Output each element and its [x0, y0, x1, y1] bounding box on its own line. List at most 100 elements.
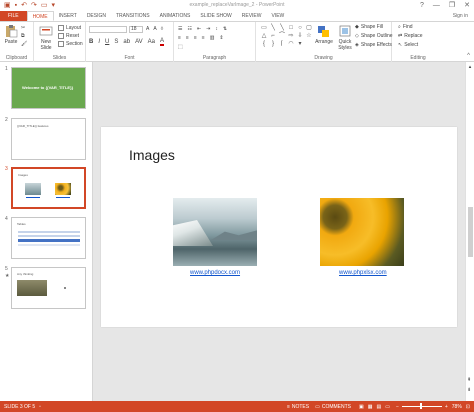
customize-qat-icon[interactable]: ▾ [51, 0, 55, 11]
smartart-button[interactable]: ⬚ [178, 44, 183, 50]
zoom-in-icon[interactable]: + [445, 404, 448, 410]
arrow-shape-icon[interactable]: ╲ [278, 25, 286, 32]
close-button[interactable]: ✕ [464, 0, 470, 11]
zoom-slider-handle[interactable] [419, 403, 422, 409]
format-painter-button[interactable]: 🖌 [21, 41, 27, 47]
tab-transitions[interactable]: TRANSITIONS [111, 11, 155, 21]
change-case-icon[interactable]: Aa [148, 39, 155, 45]
paste-button[interactable]: Paste [3, 24, 19, 45]
notes-button[interactable]: NOTES [292, 404, 309, 410]
font-name-box[interactable] [89, 26, 127, 33]
slide-editing-area[interactable]: Images www.phpdocx.com www.phpxlsx.com [93, 62, 465, 401]
quick-styles-button[interactable]: Quick Styles [336, 24, 354, 51]
shadow-icon[interactable]: S [114, 39, 118, 45]
slide-thumbnail-panel[interactable]: 1 Welcome to {{VAR_TITLE}} 2 {{VAR_TITLE… [0, 62, 93, 401]
slide-thumbnail-4[interactable]: Tables [11, 217, 86, 259]
tab-file[interactable]: FILE [0, 11, 27, 21]
landscape-image[interactable] [173, 198, 257, 266]
slide-sorter-icon[interactable]: ▦ [368, 404, 373, 410]
rounded-rect-shape-icon[interactable]: ▢ [305, 25, 313, 32]
tab-animations[interactable]: ANIMATIONS [155, 11, 196, 21]
spellcheck-icon[interactable]: ▫ [39, 404, 41, 410]
justify-icon[interactable]: ≡ [202, 35, 205, 41]
slide-thumbnail-1[interactable]: Welcome to {{VAR_TITLE}} [11, 67, 86, 109]
bold-icon[interactable]: B [89, 39, 93, 45]
previous-slide-icon[interactable]: ⇞ [467, 377, 471, 383]
current-slide[interactable]: Images www.phpdocx.com www.phpxlsx.com [101, 127, 457, 327]
tab-home[interactable]: HOME [26, 11, 54, 21]
tab-view[interactable]: VIEW [267, 11, 290, 21]
curly-brace-shape-icon[interactable]: { [260, 41, 268, 48]
sunflower-image[interactable] [320, 198, 404, 266]
zoom-slider[interactable] [401, 403, 442, 409]
cut-button[interactable]: ✂ [21, 25, 25, 31]
sign-in-link[interactable]: Sign in [453, 11, 474, 21]
curly-brace-right-shape-icon[interactable]: } [269, 41, 277, 48]
oval-shape-icon[interactable]: ○ [296, 25, 304, 32]
line-spacing-icon[interactable]: ↕ [215, 26, 218, 32]
increase-indent-icon[interactable]: ⇥ [206, 26, 210, 32]
numbering-icon[interactable]: ☷ [187, 26, 191, 32]
shapes-gallery[interactable]: ▭ ╲ ╲ □ ○ ▢ △ ⌐ ⌒ ⇨ ⇩ ☆ {} ⌈ ◠ ▾ [260, 25, 313, 48]
minimize-button[interactable]: — [433, 0, 440, 11]
down-arrow-shape-icon[interactable]: ⇩ [296, 33, 304, 40]
zoom-level[interactable]: 78% [452, 404, 462, 410]
scrollbar-thumb[interactable] [468, 207, 473, 257]
select-button[interactable]: ↖ Select [398, 42, 418, 48]
vertical-scrollbar[interactable]: ▴ ⇞ ⇟ [465, 62, 474, 401]
char-spacing-icon[interactable]: AV [135, 39, 143, 45]
tab-review[interactable]: REVIEW [237, 11, 267, 21]
start-slideshow-icon[interactable]: ▭ [41, 0, 48, 11]
clear-format-icon[interactable]: ◊ [161, 26, 163, 32]
find-button[interactable]: ⌕ Find [398, 24, 413, 30]
rect-shape-icon[interactable]: □ [287, 25, 295, 32]
line-shape-icon[interactable]: ╲ [269, 25, 277, 32]
triangle-shape-icon[interactable]: △ [260, 33, 268, 40]
shape-fill-button[interactable]: ◆ Shape Fill [355, 24, 383, 30]
section-button[interactable]: Section [58, 41, 83, 47]
font-color-icon[interactable]: A [159, 38, 164, 46]
align-center-icon[interactable]: ≡ [186, 35, 189, 41]
shrink-font-icon[interactable]: A [153, 26, 156, 32]
fit-slide-icon[interactable]: ⊡ [466, 404, 474, 410]
help-button[interactable]: ? [420, 0, 424, 11]
right-arrow-shape-icon[interactable]: ⇨ [287, 33, 295, 40]
italic-icon[interactable]: I [98, 39, 100, 45]
phpxlsx-link[interactable]: www.phpxlsx.com [339, 270, 387, 276]
reset-button[interactable]: Reset [58, 33, 79, 39]
align-right-icon[interactable]: ≡ [194, 35, 197, 41]
decrease-indent-icon[interactable]: ⇤ [197, 26, 201, 32]
tab-slide-show[interactable]: SLIDE SHOW [195, 11, 236, 21]
slide-title[interactable]: Images [129, 147, 175, 163]
block-arc-shape-icon[interactable]: ◠ [287, 41, 295, 48]
slide-thumbnail-3[interactable]: Images [11, 167, 86, 209]
strikethrough-icon[interactable]: ab [123, 39, 130, 45]
tab-insert[interactable]: INSERT [54, 11, 82, 21]
restore-button[interactable]: ❐ [449, 0, 455, 11]
normal-view-icon[interactable]: ▣ [359, 404, 364, 410]
tab-design[interactable]: DESIGN [82, 11, 111, 21]
curve-shape-icon[interactable]: ⌒ [278, 33, 286, 40]
slideshow-view-icon[interactable]: ▭ [385, 404, 390, 410]
text-direction-icon[interactable]: ⇅ [223, 26, 227, 32]
shape-effects-button[interactable]: ◈ Shape Effects [355, 42, 392, 48]
new-slide-button[interactable]: New Slide [36, 24, 56, 51]
next-slide-icon[interactable]: ⇟ [467, 387, 471, 393]
slide-thumbnail-5[interactable]: Any thinking [11, 267, 86, 309]
slide-thumbnail-2[interactable]: {{VAR_TITLE}} features [11, 118, 86, 160]
align-left-icon[interactable]: ≡ [178, 35, 181, 41]
textbox-shape-icon[interactable]: ▭ [260, 25, 268, 32]
collapse-ribbon-icon[interactable]: ^ [467, 53, 470, 59]
elbow-shape-icon[interactable]: ⌐ [269, 33, 277, 40]
more-shapes-icon[interactable]: ▾ [296, 41, 304, 48]
copy-button[interactable]: ⧉ [21, 33, 25, 39]
star-shape-icon[interactable]: ☆ [305, 33, 313, 40]
comments-button[interactable]: COMMENTS [322, 404, 351, 410]
underline-icon[interactable]: U [105, 39, 109, 45]
replace-button[interactable]: ⇄ Replace [398, 33, 423, 39]
layout-button[interactable]: Layout [58, 25, 81, 31]
align-text-icon[interactable]: ⇕ [219, 35, 223, 41]
save-icon[interactable]: ▪ [15, 0, 17, 11]
reading-view-icon[interactable]: ▤ [376, 404, 381, 410]
scroll-up-icon[interactable]: ▴ [467, 64, 473, 70]
